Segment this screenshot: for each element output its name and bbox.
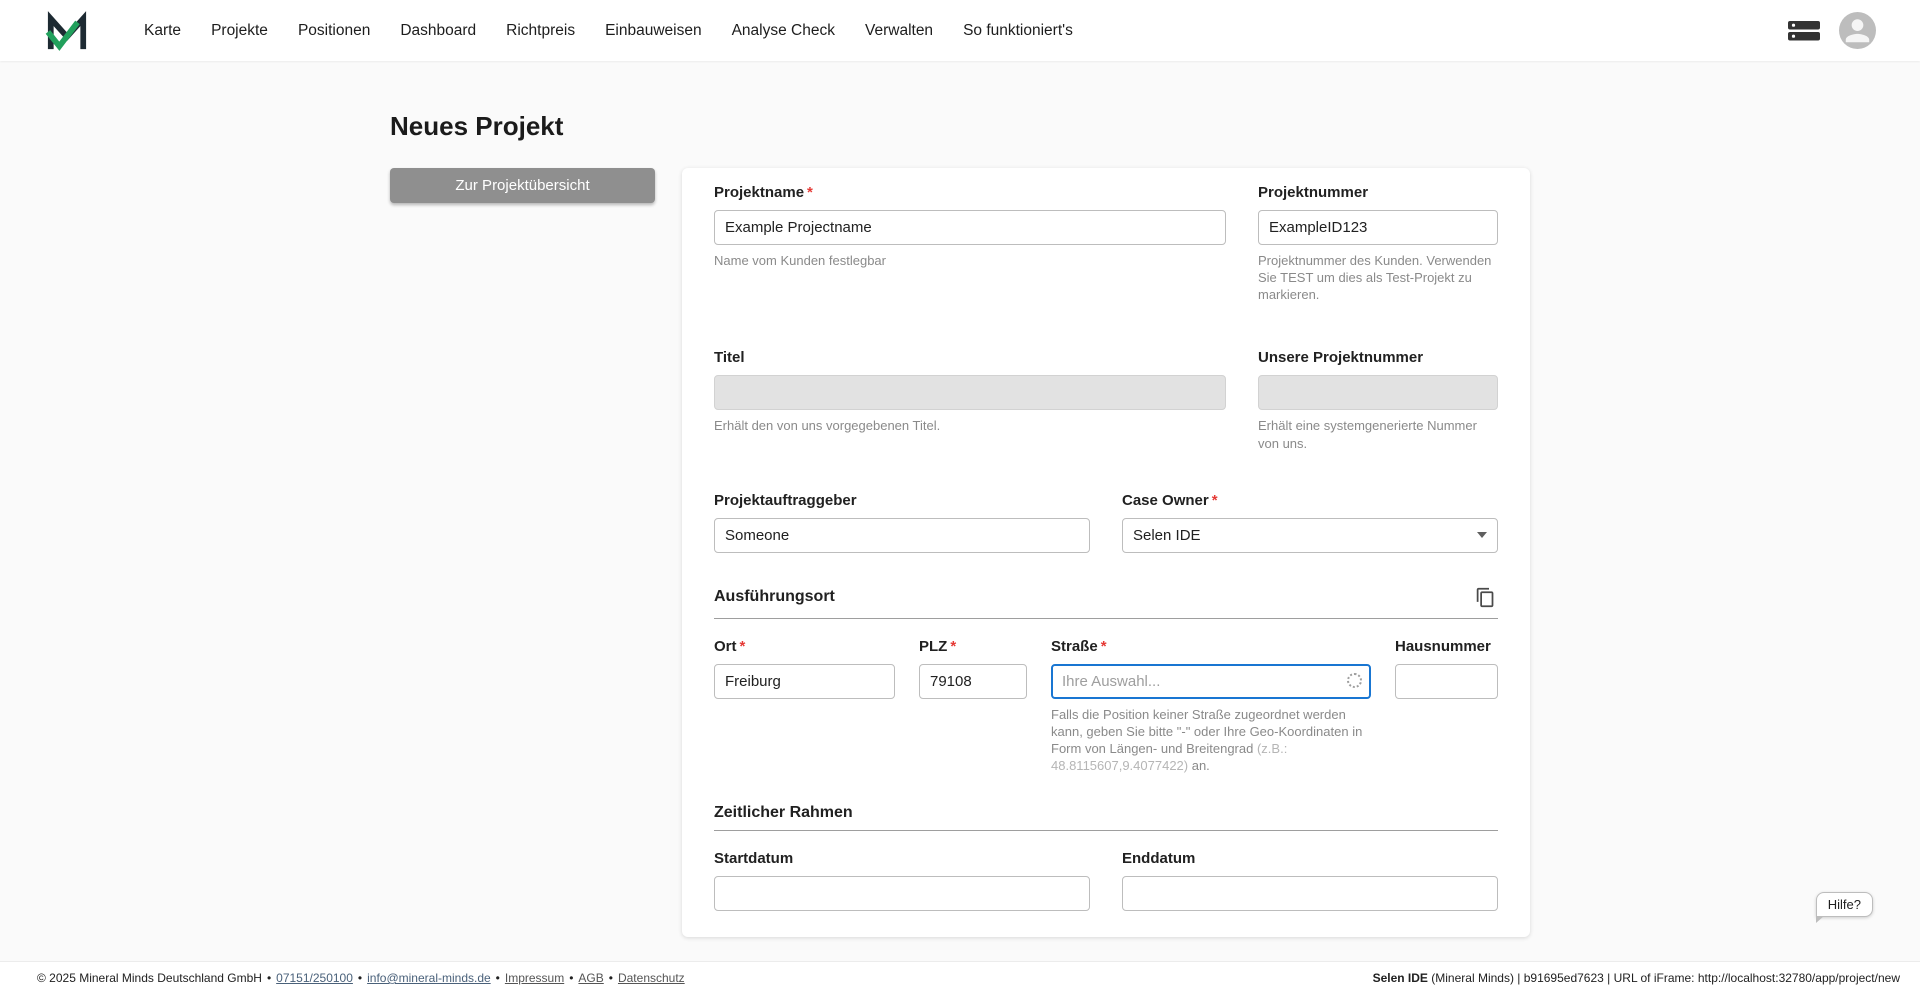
nav-item-analyse-check[interactable]: Analyse Check	[732, 22, 835, 40]
nav-item-einbauweisen[interactable]: Einbauweisen	[605, 22, 702, 40]
nav-item-dashboard[interactable]: Dashboard	[400, 22, 476, 40]
server-icon[interactable]	[1787, 18, 1821, 44]
footer: © 2025 Mineral Minds Deutschland GmbH • …	[0, 961, 1920, 994]
required-asterisk: *	[1212, 492, 1218, 509]
zeitlicher-rahmen-heading: Zeitlicher Rahmen	[714, 804, 853, 822]
titel-label: Titel	[714, 349, 1226, 366]
loading-spinner-icon	[1347, 673, 1362, 688]
strasse-label: Straße*	[1051, 638, 1371, 655]
section-divider	[714, 830, 1498, 831]
titel-input	[714, 375, 1226, 410]
case-owner-select[interactable]: Selen IDE	[1122, 518, 1498, 553]
projektname-helper: Name vom Kunden festlegbar	[714, 252, 1226, 269]
plz-input[interactable]	[919, 664, 1027, 699]
project-form-card: Projektname* Name vom Kunden festlegbar …	[682, 168, 1530, 937]
case-owner-label: Case Owner*	[1122, 492, 1498, 509]
unsere-projektnummer-helper: Erhält eine systemgenerierte Nummer von …	[1258, 417, 1498, 451]
strasse-input[interactable]	[1051, 664, 1371, 699]
projektnummer-helper: Projektnummer des Kunden. Verwenden Sie …	[1258, 252, 1498, 303]
case-owner-selected-value: Selen IDE	[1133, 527, 1201, 544]
unsere-projektnummer-input	[1258, 375, 1498, 410]
section-divider	[714, 618, 1498, 619]
projektauftraggeber-label: Projektauftraggeber	[714, 492, 1090, 509]
help-button[interactable]: Hilfe?	[1816, 892, 1873, 917]
startdatum-label: Startdatum	[714, 850, 1090, 867]
enddatum-label: Enddatum	[1122, 850, 1498, 867]
ausfuehrungsort-heading: Ausführungsort	[714, 588, 835, 606]
enddatum-input[interactable]	[1122, 876, 1498, 911]
projektauftraggeber-input[interactable]	[714, 518, 1090, 553]
nav-item-verwalten[interactable]: Verwalten	[865, 22, 933, 40]
projektnummer-input[interactable]	[1258, 210, 1498, 245]
copyright-text: © 2025 Mineral Minds Deutschland GmbH	[37, 971, 262, 985]
footer-agb-link[interactable]: AGB	[578, 971, 603, 985]
header-actions	[1787, 12, 1876, 49]
footer-session-info: Selen IDE (Mineral Minds) | b91695ed7623…	[1373, 971, 1900, 985]
nav-item-projekte[interactable]: Projekte	[211, 22, 268, 40]
startdatum-input[interactable]	[714, 876, 1090, 911]
user-avatar[interactable]	[1839, 12, 1876, 49]
copy-icon[interactable]	[1473, 585, 1498, 610]
footer-impressum-link[interactable]: Impressum	[505, 971, 564, 985]
nav-item-richtpreis[interactable]: Richtpreis	[506, 22, 575, 40]
nav-item-so-funktionierts[interactable]: So funktioniert's	[963, 22, 1073, 40]
footer-session-details: (Mineral Minds) | b91695ed7623 | URL of …	[1428, 971, 1900, 985]
strasse-helper: Falls die Position keiner Straße zugeord…	[1051, 706, 1371, 775]
main-nav: Karte Projekte Positionen Dashboard Rich…	[144, 22, 1073, 40]
footer-left: © 2025 Mineral Minds Deutschland GmbH • …	[37, 971, 685, 985]
page-title: Neues Projekt	[390, 111, 1530, 142]
ort-label: Ort*	[714, 638, 895, 655]
footer-phone-link[interactable]: 07151/250100	[276, 971, 353, 985]
top-navbar: Karte Projekte Positionen Dashboard Rich…	[0, 0, 1920, 61]
titel-helper: Erhält den von uns vorgegebenen Titel.	[714, 417, 1226, 434]
unsere-projektnummer-label: Unsere Projektnummer	[1258, 349, 1498, 366]
back-to-projects-button[interactable]: Zur Projektübersicht	[390, 168, 655, 203]
ort-input[interactable]	[714, 664, 895, 699]
footer-user-name: Selen IDE	[1373, 971, 1428, 985]
mineral-minds-logo-icon[interactable]	[44, 9, 92, 53]
plz-label: PLZ*	[919, 638, 1027, 655]
main-content: Neues Projekt Zur Projektübersicht Proje…	[0, 61, 1920, 961]
projektnummer-label: Projektnummer	[1258, 184, 1498, 201]
footer-email-link[interactable]: info@mineral-minds.de	[367, 971, 491, 985]
hausnummer-input[interactable]	[1395, 664, 1498, 699]
projektname-input[interactable]	[714, 210, 1226, 245]
required-asterisk: *	[740, 638, 746, 655]
projektname-label: Projektname*	[714, 184, 1226, 201]
required-asterisk: *	[950, 638, 956, 655]
nav-item-karte[interactable]: Karte	[144, 22, 181, 40]
required-asterisk: *	[807, 184, 813, 201]
chevron-down-icon	[1477, 532, 1487, 538]
nav-item-positionen[interactable]: Positionen	[298, 22, 370, 40]
hausnummer-label: Hausnummer	[1395, 638, 1498, 655]
footer-datenschutz-link[interactable]: Datenschutz	[618, 971, 685, 985]
required-asterisk: *	[1101, 638, 1107, 655]
app-window: Karte Projekte Positionen Dashboard Rich…	[0, 0, 1920, 994]
